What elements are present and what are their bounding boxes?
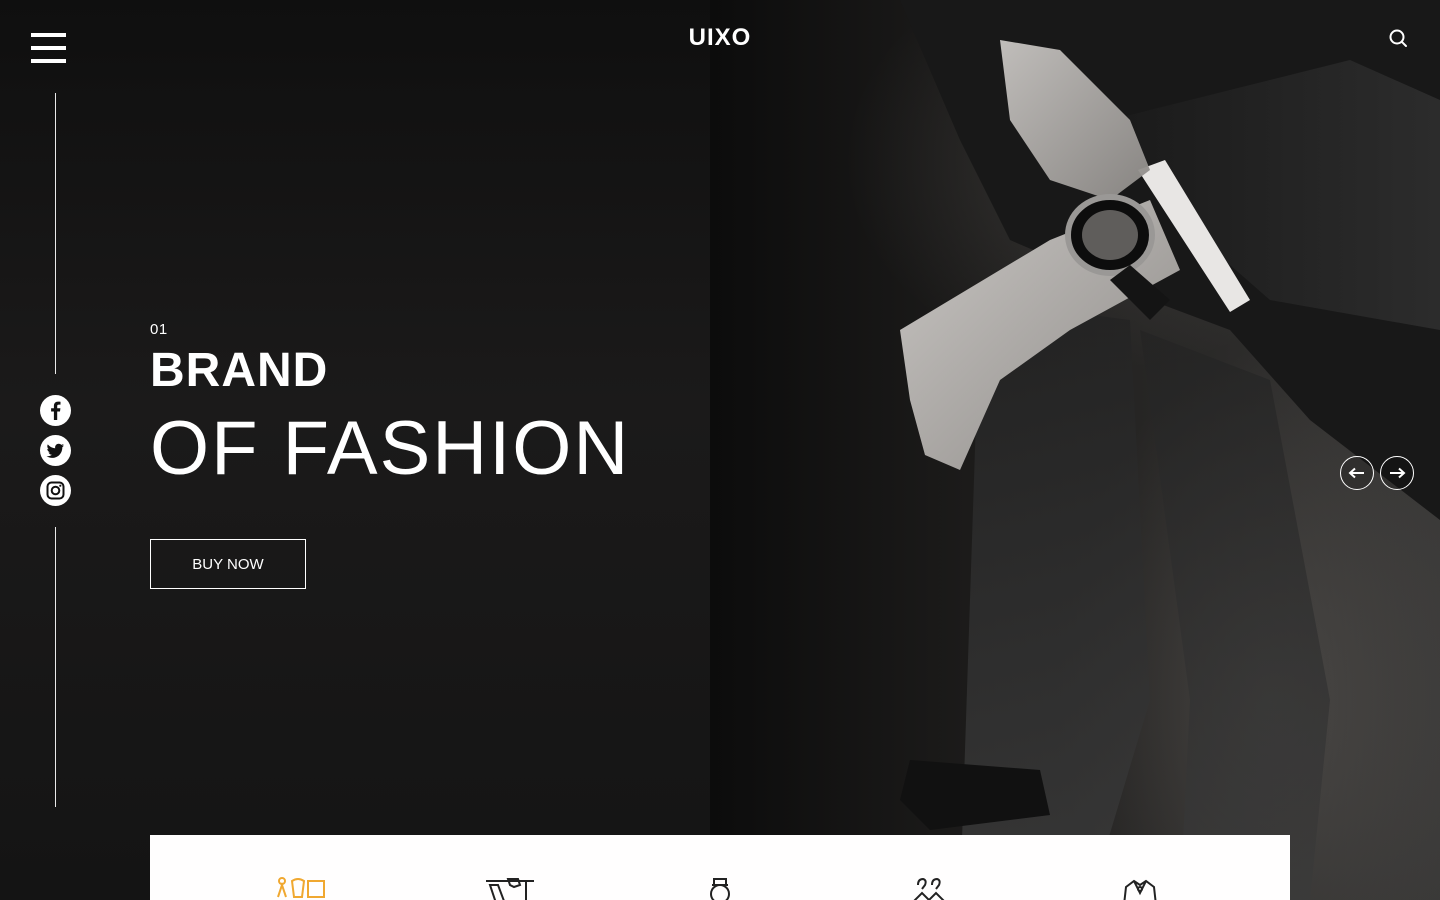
twitter-icon xyxy=(46,443,64,458)
rail-divider-bottom xyxy=(55,527,56,807)
category-dresses[interactable] xyxy=(270,875,330,900)
hamburger-bar xyxy=(31,33,66,37)
hero-title-line2: OF FASHION xyxy=(150,406,631,491)
arrow-right-icon xyxy=(1390,467,1406,479)
category-perfume[interactable] xyxy=(690,875,750,900)
hero-photo xyxy=(710,0,1440,900)
slide-number: 01 xyxy=(150,321,168,338)
shirts-icon xyxy=(486,878,534,900)
category-bar xyxy=(150,835,1290,900)
hero-page: UIXO 01 BRAND OF FASHION BUY NOW xyxy=(0,0,1440,900)
search-icon xyxy=(1389,29,1407,47)
category-blazer[interactable] xyxy=(1110,875,1170,900)
hamburger-bar xyxy=(31,59,66,63)
instagram-link[interactable] xyxy=(40,475,71,506)
site-logo[interactable]: UIXO xyxy=(689,24,752,51)
hangers-icon xyxy=(913,877,945,900)
slider-next-button[interactable] xyxy=(1380,456,1414,490)
hamburger-bar xyxy=(31,46,66,50)
hero-title-line1: BRAND xyxy=(150,344,329,397)
perfume-icon xyxy=(710,878,730,900)
search-button[interactable] xyxy=(1386,27,1410,51)
dresses-icon xyxy=(277,877,325,898)
arrow-left-icon xyxy=(1348,467,1364,479)
menu-button[interactable] xyxy=(31,33,66,63)
buy-now-button[interactable]: BUY NOW xyxy=(150,539,306,589)
twitter-link[interactable] xyxy=(40,435,71,466)
instagram-icon xyxy=(46,481,65,500)
facebook-link[interactable] xyxy=(40,395,71,426)
rail-divider-top xyxy=(55,93,56,374)
slider-prev-button[interactable] xyxy=(1340,456,1374,490)
category-shirts[interactable] xyxy=(480,875,540,900)
category-hangers[interactable] xyxy=(900,875,960,900)
facebook-icon xyxy=(51,401,61,420)
blazer-icon xyxy=(1123,879,1157,900)
